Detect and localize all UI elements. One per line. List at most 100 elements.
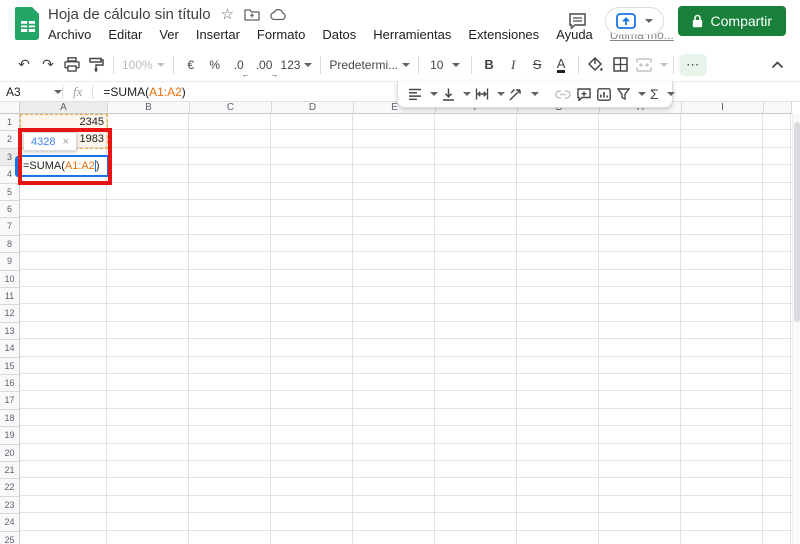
font-family-select[interactable]: Predetermi... (326, 53, 413, 77)
preview-close-icon[interactable]: × (62, 136, 68, 148)
row-header-2[interactable]: 2 (0, 131, 20, 149)
menu-datos[interactable]: Datos (322, 27, 356, 42)
column-header-B[interactable]: B (108, 102, 190, 114)
row-header-13[interactable]: 13 (0, 322, 20, 341)
filter-caret-icon[interactable] (638, 92, 646, 100)
menu-extensiones[interactable]: Extensiones (468, 27, 539, 42)
paint-format-icon[interactable] (84, 53, 108, 77)
insert-chart-icon[interactable] (595, 83, 613, 105)
row-header-23[interactable]: 23 (0, 496, 20, 515)
menu-ver[interactable]: Ver (159, 27, 179, 42)
menu-herramientas[interactable]: Herramientas (373, 27, 451, 42)
text-rotation-caret-icon[interactable] (531, 92, 539, 100)
present-caret-icon (644, 19, 653, 27)
row-header-11[interactable]: 11 (0, 288, 20, 306)
undo-icon[interactable]: ↶ (12, 53, 36, 77)
column-header-A[interactable]: A (20, 102, 108, 114)
row-gridline (20, 427, 792, 444)
sheets-logo-icon[interactable] (15, 7, 41, 40)
share-button[interactable]: Compartir (677, 6, 786, 36)
increase-decimals-button[interactable]: .00 → (251, 53, 279, 79)
row-gridline (20, 479, 792, 496)
row-header-19[interactable]: 19 (0, 427, 20, 445)
row-header-9[interactable]: 9 (0, 253, 20, 271)
cloud-status-icon[interactable] (270, 8, 287, 21)
comment-history-icon[interactable] (565, 8, 591, 34)
redo-icon[interactable]: ↷ (36, 53, 60, 77)
horizontal-align-icon[interactable] (406, 83, 424, 105)
functions-icon[interactable]: Σ (648, 83, 661, 105)
row-header-14[interactable]: 14 (0, 340, 20, 358)
row-header-8[interactable]: 8 (0, 235, 20, 254)
star-icon[interactable]: ☆ (221, 6, 234, 23)
row-gridline (20, 497, 792, 514)
column-header-C[interactable]: C (190, 102, 272, 114)
row-header-21[interactable]: 21 (0, 462, 20, 480)
font-size-select[interactable]: 10 (424, 53, 466, 77)
column-header-I[interactable]: I (682, 102, 764, 114)
text-color-button[interactable]: A (549, 53, 573, 77)
zoom-select[interactable]: 100% (119, 53, 168, 77)
row-header-7[interactable]: 7 (0, 218, 20, 236)
font-family-value: Predetermi... (329, 57, 399, 72)
column-header-clipped[interactable] (764, 102, 792, 114)
menu-editar[interactable]: Editar (108, 27, 142, 42)
formula-input[interactable]: =SUMA(A1:A2) (93, 85, 185, 99)
vertical-scrollbar-thumb[interactable] (794, 122, 800, 322)
decrease-decimals-label: .0 ← (233, 57, 250, 79)
decrease-decimals-button[interactable]: .0 ← (227, 53, 251, 79)
text-wrap-icon[interactable] (473, 83, 491, 105)
row-header-1[interactable]: 1 (0, 114, 20, 132)
row-header-15[interactable]: 15 (0, 357, 20, 375)
select-all-corner[interactable] (0, 102, 20, 114)
italic-button[interactable]: I (501, 53, 525, 77)
row-gridline (20, 323, 792, 340)
row-header-12[interactable]: 12 (0, 305, 20, 323)
number-format-button[interactable]: 123 (277, 53, 315, 77)
move-folder-icon[interactable] (244, 8, 260, 21)
currency-format-button[interactable]: € (179, 53, 203, 77)
present-button[interactable] (604, 7, 664, 35)
insert-comment-icon[interactable] (575, 83, 593, 105)
menu-archivo[interactable]: Archivo (48, 27, 91, 42)
spreadsheet-grid[interactable]: ABCDEFGHI1234567891011121314151617181920… (0, 102, 800, 544)
borders-icon[interactable] (608, 53, 632, 77)
functions-caret-icon[interactable] (666, 92, 675, 100)
strikethrough-button[interactable]: S (525, 53, 549, 77)
merge-cells-icon[interactable] (632, 53, 656, 77)
bold-button[interactable]: B (477, 53, 501, 77)
font-size-caret-icon (452, 62, 461, 71)
vertical-align-icon[interactable] (440, 83, 457, 105)
merge-caret-icon[interactable] (660, 62, 669, 71)
row-header-10[interactable]: 10 (0, 270, 20, 288)
fill-color-icon[interactable] (584, 53, 608, 77)
cell-editor[interactable]: =SUMA(A1:A2) (19, 155, 109, 177)
row-header-5[interactable]: 5 (0, 183, 20, 201)
row-header-24[interactable]: 24 (0, 514, 20, 532)
menu-formato[interactable]: Formato (257, 27, 305, 42)
number-format-caret-icon (304, 62, 313, 71)
horizontal-align-caret-icon[interactable] (430, 92, 438, 100)
row-header-16[interactable]: 16 (0, 375, 20, 393)
row-header-18[interactable]: 18 (0, 409, 20, 428)
percent-format-button[interactable]: % (203, 53, 227, 77)
collapse-toolbar-icon[interactable] (771, 60, 784, 69)
insert-link-icon[interactable] (553, 83, 573, 105)
row-header-22[interactable]: 22 (0, 479, 20, 497)
row-header-25[interactable]: 25 (0, 531, 20, 544)
filter-icon[interactable] (615, 83, 632, 105)
row-header-20[interactable]: 20 (0, 444, 20, 462)
more-toolbar-button[interactable]: ⋯ (679, 53, 708, 76)
cell-A1[interactable]: 2345 (20, 114, 104, 131)
menu-insertar[interactable]: Insertar (196, 27, 240, 42)
vertical-scrollbar[interactable] (792, 114, 800, 544)
vertical-align-caret-icon[interactable] (463, 92, 471, 100)
doc-title[interactable]: Hoja de cálculo sin título (48, 6, 211, 23)
text-wrap-caret-icon[interactable] (497, 92, 505, 100)
row-header-17[interactable]: 17 (0, 392, 20, 410)
row-header-6[interactable]: 6 (0, 201, 20, 219)
print-icon[interactable] (60, 53, 84, 77)
column-header-D[interactable]: D (272, 102, 354, 114)
text-rotation-icon[interactable] (507, 83, 525, 105)
name-box[interactable]: A3 (0, 85, 62, 99)
